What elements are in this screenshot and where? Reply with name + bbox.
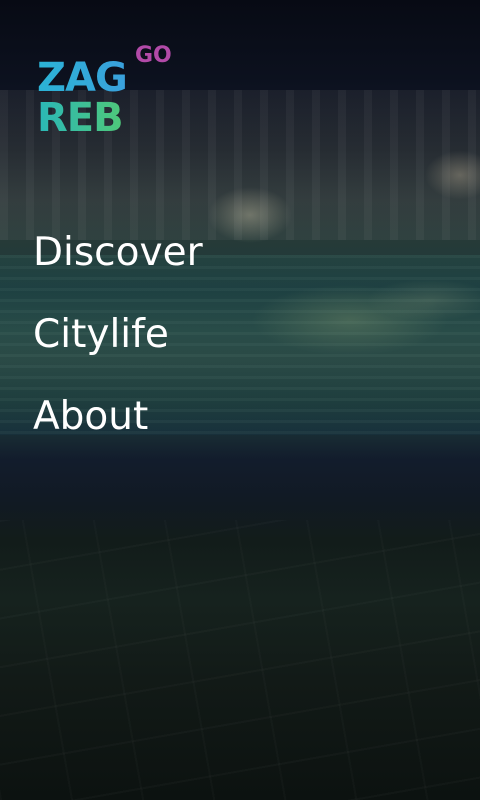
logo-line-2: REB bbox=[37, 95, 124, 141]
menu-item-about[interactable]: About bbox=[33, 390, 203, 472]
menu-item-citylife[interactable]: Citylife bbox=[33, 308, 203, 390]
logo-line-1: ZAG bbox=[37, 55, 128, 101]
menu-item-discover[interactable]: Discover bbox=[33, 226, 203, 308]
main-menu: Discover Citylife About bbox=[33, 226, 203, 472]
main-menu-screen: GO ZAG REB Discover Citylife About bbox=[0, 0, 480, 800]
app-logo: GO ZAG REB bbox=[37, 44, 177, 144]
background-pavement bbox=[0, 520, 480, 800]
logo-go-superscript: GO bbox=[135, 43, 172, 68]
